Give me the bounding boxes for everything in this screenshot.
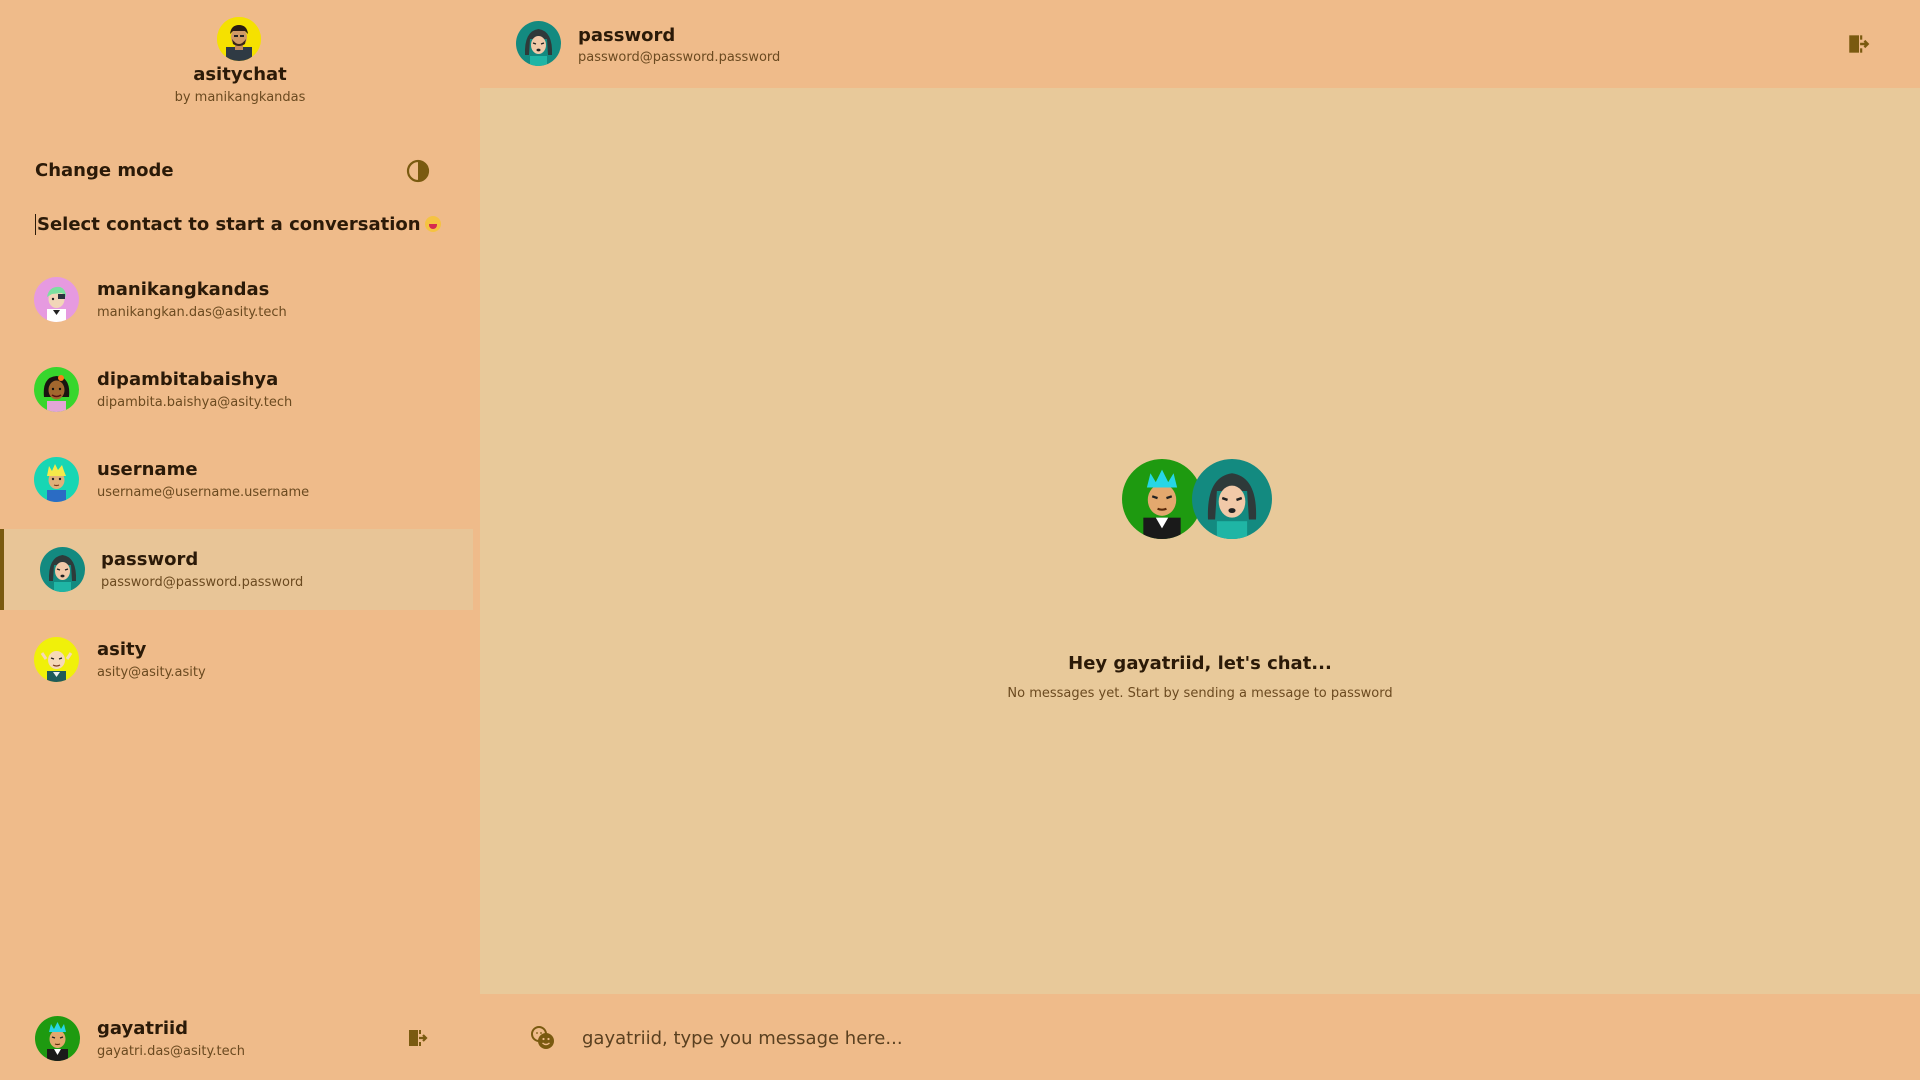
contact-item-dipambitabaishya[interactable]: dipambitabaishya dipambita.baishya@asity… [0, 349, 473, 430]
contact-email: username@username.username [97, 485, 310, 500]
avatar [34, 457, 79, 502]
message-input[interactable] [582, 1019, 1862, 1057]
avatar [34, 277, 79, 322]
avatar-pair [1122, 459, 1272, 543]
emoji-picker-icon[interactable] [530, 1025, 556, 1051]
tongue-out-face-emoji [424, 216, 441, 232]
contact-item-password[interactable]: password password@password.password [0, 529, 473, 610]
contact-list: manikangkandas manikangkan.das@asity.tec… [0, 259, 473, 709]
brand-avatar [217, 17, 261, 61]
chat-partner-avatar [516, 21, 561, 66]
contact-name: username [97, 459, 198, 480]
contact-item-manikangkandas[interactable]: manikangkandas manikangkan.das@asity.tec… [0, 259, 473, 340]
change-mode-label: Change mode [35, 160, 174, 181]
message-composer [480, 994, 1920, 1080]
contact-email: dipambita.baishya@asity.tech [97, 395, 293, 410]
chat-header: password password@password.password [480, 0, 1920, 88]
contact-name: password [101, 549, 199, 570]
brand-header: asitychat by manikangkandas [0, 0, 480, 120]
select-contact-prompt: Select contact to start a conversation [35, 214, 475, 235]
prompt-text: Select contact to start a conversation [37, 214, 421, 235]
message-area: Hey gayatriid, let's chat... No messages… [480, 88, 1920, 994]
avatar [34, 367, 79, 412]
half-circle-contrast-icon[interactable] [406, 159, 430, 183]
empty-chat-subtitle: No messages yet. Start by sending a mess… [1007, 686, 1393, 701]
avatar [35, 1016, 80, 1061]
logout-door-icon[interactable] [1846, 31, 1872, 57]
chat-partner-email: password@password.password [578, 50, 781, 65]
app-title: asitychat [193, 64, 287, 85]
contact-email: asity@asity.asity [97, 665, 206, 680]
contact-email: manikangkan.das@asity.tech [97, 305, 287, 320]
sidebar: asitychat by manikangkandas Change mode … [0, 0, 480, 1080]
contact-name: manikangkandas [97, 279, 270, 300]
empty-chat-title: Hey gayatriid, let's chat... [1068, 653, 1332, 674]
app-byline: by manikangkandas [174, 90, 306, 105]
contact-item-username[interactable]: username username@username.username [0, 439, 473, 520]
change-mode-row: Change mode [35, 156, 435, 188]
current-user-avatar [1122, 459, 1202, 539]
avatar [34, 637, 79, 682]
chat-partner-avatar [1192, 459, 1272, 539]
contact-name: dipambitabaishya [97, 369, 279, 390]
current-user-panel: gayatriid gayatri.das@asity.tech [0, 1000, 480, 1080]
logout-door-icon[interactable] [406, 1026, 430, 1050]
current-user-name: gayatriid [97, 1018, 189, 1039]
contact-item-asity[interactable]: asity asity@asity.asity [0, 619, 473, 700]
avatar [40, 547, 85, 592]
contact-name: asity [97, 639, 147, 660]
current-user-email: gayatri.das@asity.tech [97, 1044, 245, 1059]
contact-email: password@password.password [101, 575, 304, 590]
chat-partner-name: password [578, 25, 676, 46]
